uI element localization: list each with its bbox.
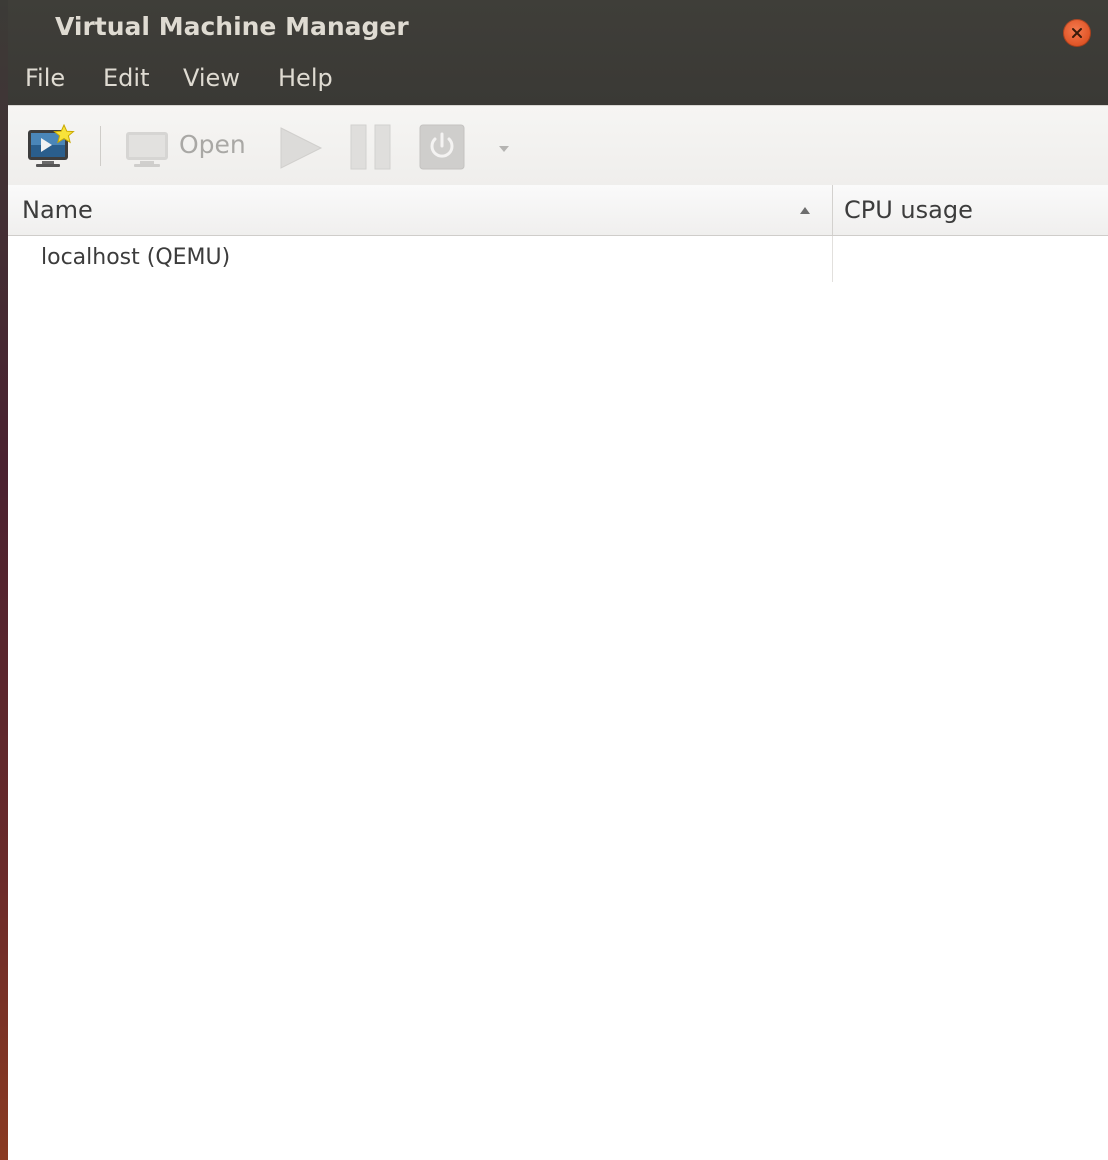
toolbar-separator	[100, 126, 101, 166]
column-header-cpu-usage[interactable]: CPU usage	[844, 196, 973, 224]
row-column-divider	[832, 236, 833, 282]
menu-file[interactable]: File	[25, 64, 65, 92]
toolbar: Open	[8, 105, 1108, 186]
power-icon	[419, 124, 465, 170]
play-icon	[280, 127, 323, 169]
chevron-down-icon	[499, 146, 509, 152]
desktop-background-edge	[0, 0, 8, 1160]
connection-name: localhost (QEMU)	[41, 245, 231, 270]
menu-view[interactable]: View	[183, 64, 240, 92]
table-header: Name CPU usage	[8, 185, 1108, 236]
menu-help[interactable]: Help	[278, 64, 333, 92]
shutdown-button[interactable]	[419, 124, 465, 170]
menu-edit[interactable]: Edit	[103, 64, 149, 92]
new-vm-icon	[28, 123, 75, 167]
open-button-label: Open	[179, 130, 246, 159]
window-header: Virtual Machine Manager File Edit View H…	[8, 0, 1108, 105]
close-button[interactable]	[1063, 19, 1091, 47]
shutdown-menu-button[interactable]	[492, 136, 516, 160]
close-icon	[1072, 28, 1082, 38]
pause-button[interactable]	[350, 124, 392, 170]
run-button[interactable]	[276, 126, 326, 170]
window-title: Virtual Machine Manager	[55, 12, 409, 41]
sort-ascending-icon	[800, 207, 810, 214]
pause-icon	[350, 124, 391, 170]
table-row[interactable]: localhost (QEMU)	[8, 236, 1108, 282]
main-window: Virtual Machine Manager File Edit View H…	[8, 0, 1108, 1160]
new-vm-button[interactable]	[26, 123, 78, 170]
column-divider[interactable]	[832, 185, 833, 235]
monitor-icon	[126, 132, 168, 167]
column-header-name[interactable]: Name	[22, 196, 93, 224]
